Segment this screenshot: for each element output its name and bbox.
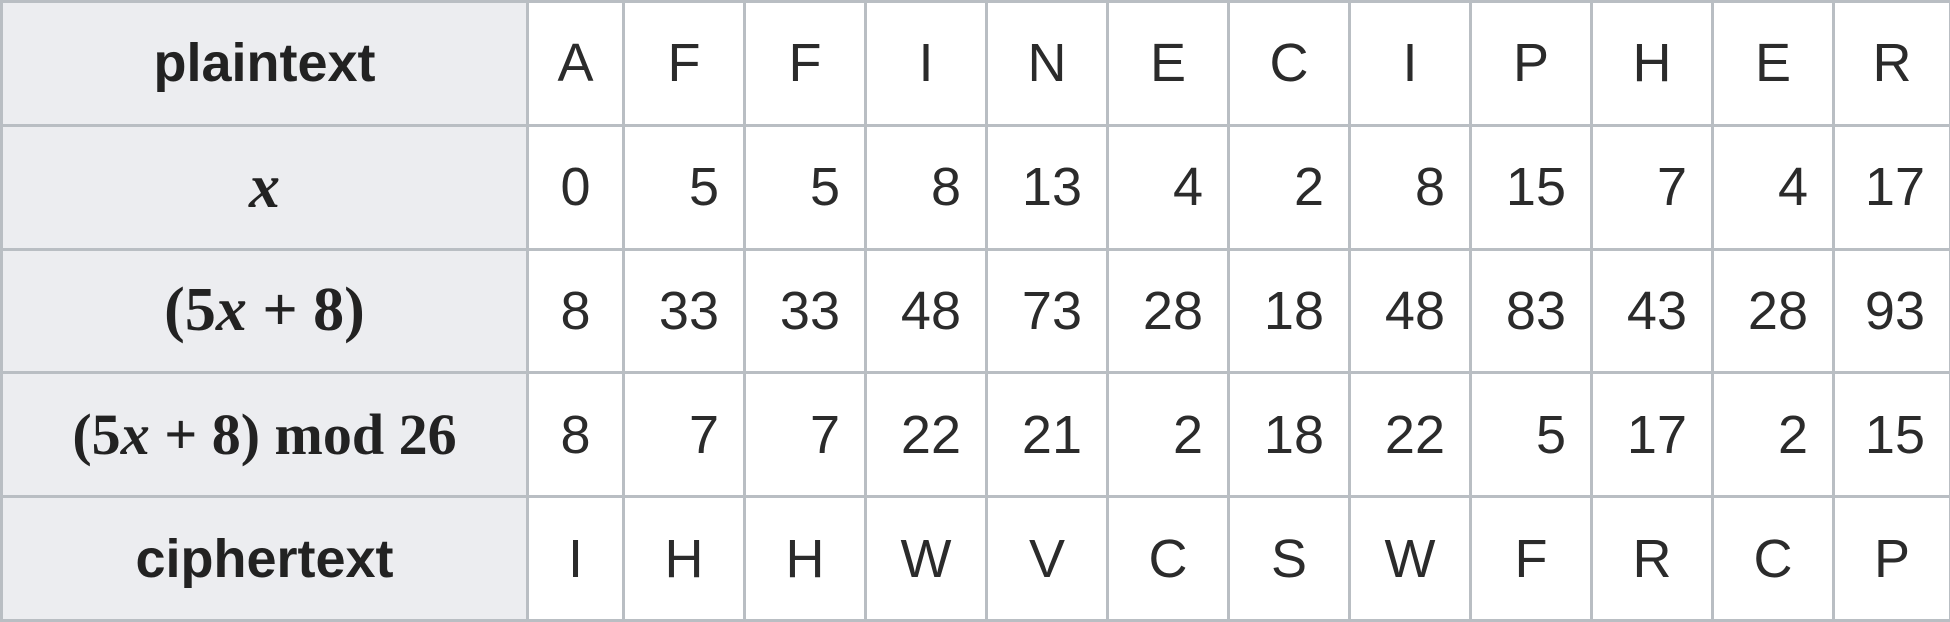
linear-cell: 43 — [1590, 247, 1714, 375]
ciphertext-cell: F — [1469, 495, 1593, 622]
plaintext-row: plaintext AFFINECIPHER — [0, 0, 1950, 127]
linear-cell: 8 — [526, 247, 625, 375]
plaintext-cell: H — [1590, 0, 1714, 127]
ciphertext-cell: V — [985, 495, 1109, 622]
mod26-cell: 2 — [1106, 371, 1230, 499]
x-variable-label: x — [249, 152, 280, 221]
linear-cell: 48 — [864, 247, 988, 375]
x-row: x 0 5 5 8 13 4 2 8 15 7 4 17 — [0, 123, 1950, 251]
mod26-cell: 22 — [864, 371, 988, 499]
linear-cell: 33 — [622, 247, 746, 375]
ciphertext-row-header: ciphertext — [0, 495, 529, 622]
mod26-row: (5x + 8) mod 26 8 7 7 22 21 2 18 22 5 17 2 15 — [0, 371, 1950, 499]
x-cell: 8 — [864, 123, 988, 251]
plaintext-cell: C — [1227, 0, 1351, 127]
mod26-cell: 5 — [1469, 371, 1593, 499]
x-cell: 8 — [1348, 123, 1472, 251]
plaintext-cell: F — [622, 0, 746, 127]
plaintext-cell: I — [864, 0, 988, 127]
ciphertext-row: ciphertext IHHWVCSWFRCP — [0, 495, 1950, 622]
affine-cipher-table: plaintext AFFINECIPHER x 0 5 5 8 13 4 2 8 15 7 4 17… — [0, 0, 1950, 622]
x-cell: 4 — [1106, 123, 1230, 251]
x-row-header: x — [0, 123, 529, 251]
mod26-expression-open: (5 — [72, 402, 121, 468]
x-cell: 5 — [622, 123, 746, 251]
x-cell: 4 — [1711, 123, 1835, 251]
plaintext-label: plaintext — [153, 33, 376, 94]
x-cell: 13 — [985, 123, 1109, 251]
ciphertext-cell: W — [1348, 495, 1472, 622]
mod26-expression-close: + 8) mod 26 — [149, 402, 457, 468]
x-cell: 17 — [1832, 123, 1950, 251]
plaintext-cell: F — [743, 0, 867, 127]
plaintext-cell: P — [1469, 0, 1593, 127]
mod26-cell: 21 — [985, 371, 1109, 499]
linear-cell: 28 — [1711, 247, 1835, 375]
ciphertext-cell: P — [1832, 495, 1950, 622]
linear-expression-variable: x — [215, 276, 247, 345]
linear-expression-label: (5x + 8) — [164, 276, 365, 344]
linear-expression-row-header: (5x + 8) — [0, 247, 529, 375]
ciphertext-cell: C — [1106, 495, 1230, 622]
linear-cell: 33 — [743, 247, 867, 375]
ciphertext-cell: S — [1227, 495, 1351, 622]
x-cell: 2 — [1227, 123, 1351, 251]
linear-expression-close: + 8) — [246, 276, 365, 345]
mod26-row-header: (5x + 8) mod 26 — [0, 371, 529, 499]
mod26-cell: 15 — [1832, 371, 1950, 499]
linear-cell: 93 — [1832, 247, 1950, 375]
plaintext-row-header: plaintext — [0, 0, 529, 127]
mod26-cell: 17 — [1590, 371, 1714, 499]
linear-cell: 48 — [1348, 247, 1472, 375]
ciphertext-cell: W — [864, 495, 988, 622]
ciphertext-cell: R — [1590, 495, 1714, 622]
plaintext-cell: E — [1711, 0, 1835, 127]
x-cell: 15 — [1469, 123, 1593, 251]
mod26-expression-variable: x — [120, 402, 150, 468]
plaintext-cell: E — [1106, 0, 1230, 127]
plaintext-cell: I — [1348, 0, 1472, 127]
linear-cell: 73 — [985, 247, 1109, 375]
mod26-cell: 7 — [622, 371, 746, 499]
ciphertext-cell: I — [526, 495, 625, 622]
mod26-cell: 8 — [526, 371, 625, 499]
x-cell: 7 — [1590, 123, 1714, 251]
plaintext-cell: R — [1832, 0, 1950, 127]
linear-cell: 28 — [1106, 247, 1230, 375]
linear-cell: 18 — [1227, 247, 1351, 375]
ciphertext-label: ciphertext — [135, 528, 394, 589]
linear-expression-open: (5 — [164, 276, 216, 345]
ciphertext-cell: H — [622, 495, 746, 622]
x-cell: 5 — [743, 123, 867, 251]
linear-cell: 83 — [1469, 247, 1593, 375]
plaintext-cell: A — [526, 0, 625, 127]
mod26-cell: 22 — [1348, 371, 1472, 499]
ciphertext-cell: H — [743, 495, 867, 622]
mod26-expression-label: (5x + 8) mod 26 — [72, 402, 456, 467]
x-cell: 0 — [526, 123, 625, 251]
linear-expression-row: (5x + 8) 8 33 33 48 73 28 18 48 83 43 28 93 — [0, 247, 1950, 375]
ciphertext-cell: C — [1711, 495, 1835, 622]
mod26-cell: 18 — [1227, 371, 1351, 499]
mod26-cell: 2 — [1711, 371, 1835, 499]
mod26-cell: 7 — [743, 371, 867, 499]
plaintext-cell: N — [985, 0, 1109, 127]
